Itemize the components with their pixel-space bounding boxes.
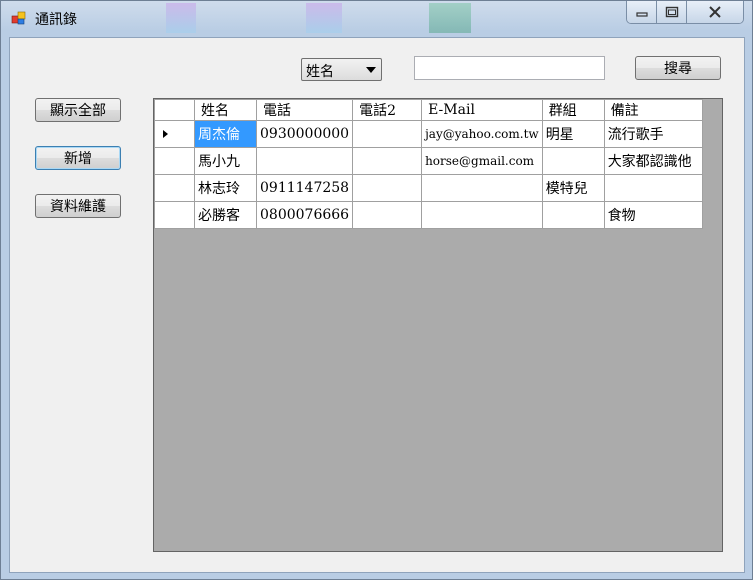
table-cell[interactable]: jay@yahoo.com.tw: [421, 120, 543, 148]
header-row: 姓名 電話 電話2 E-Mail 群組 備註: [154, 99, 703, 121]
table-cell[interactable]: [352, 174, 423, 202]
table-cell[interactable]: 馬小九: [194, 147, 257, 175]
maximize-icon: [665, 6, 678, 18]
maximize-button[interactable]: [657, 1, 687, 23]
show-all-label: 顯示全部: [50, 103, 106, 119]
maintain-button[interactable]: 資料維護: [35, 194, 121, 218]
show-all-button[interactable]: 顯示全部: [35, 98, 121, 122]
titlebar-decoration: [166, 3, 196, 33]
table-row[interactable]: 林志玲 0911147258 模特兒: [154, 174, 703, 202]
row-header[interactable]: [154, 120, 195, 148]
search-button[interactable]: 搜尋: [635, 56, 721, 80]
table-cell[interactable]: 0911147258: [255, 174, 354, 202]
column-header[interactable]: E-Mail: [421, 99, 543, 121]
current-row-icon: [163, 130, 168, 138]
titlebar-decoration: [429, 3, 471, 33]
table-cell[interactable]: [541, 147, 605, 175]
titlebar-decoration: [306, 3, 342, 33]
column-header[interactable]: 姓名: [194, 99, 257, 121]
table-row[interactable]: 必勝客 0800076666 食物: [154, 201, 703, 229]
title-bar[interactable]: 通訊錄: [1, 1, 752, 35]
search-button-label: 搜尋: [664, 61, 692, 77]
row-header[interactable]: [154, 174, 195, 202]
table-cell[interactable]: 0930000000: [255, 120, 354, 148]
row-header[interactable]: [154, 201, 195, 229]
search-input[interactable]: [414, 56, 605, 80]
app-window: 通訊錄 姓名 搜尋 顯示全部 新增 資料維護 姓名 電話 電話2 E-Mail …: [0, 0, 753, 580]
table-cell[interactable]: [421, 201, 543, 229]
table-cell[interactable]: [603, 174, 703, 202]
minimize-button[interactable]: [627, 1, 657, 23]
search-field-dropdown[interactable]: 姓名: [301, 58, 382, 81]
column-header[interactable]: 備註: [603, 99, 703, 121]
row-header[interactable]: [154, 147, 195, 175]
table-cell[interactable]: 必勝客: [194, 201, 257, 229]
minimize-icon: [635, 12, 648, 17]
table-cell[interactable]: [421, 174, 543, 202]
table-cell[interactable]: 模特兒: [541, 174, 605, 202]
table-cell[interactable]: 食物: [603, 201, 703, 229]
table-cell[interactable]: [255, 147, 354, 175]
window-title: 通訊錄: [35, 12, 77, 28]
table-row[interactable]: 馬小九 horse@gmail.com 大家都認識他: [154, 147, 703, 175]
search-field-selected: 姓名: [306, 64, 334, 80]
table-cell[interactable]: 大家都認識他: [603, 147, 703, 175]
contacts-grid[interactable]: 姓名 電話 電話2 E-Mail 群組 備註 周杰倫 0930000000 ja…: [153, 98, 723, 552]
table-cell[interactable]: horse@gmail.com: [421, 147, 543, 175]
table-cell[interactable]: 林志玲: [194, 174, 257, 202]
column-header[interactable]: 群組: [541, 99, 605, 121]
table-cell[interactable]: 0800076666: [255, 201, 354, 229]
chevron-down-icon: [366, 67, 376, 73]
table-cell[interactable]: 明星: [541, 120, 605, 148]
table-cell[interactable]: 流行歌手: [603, 120, 703, 148]
maintain-label: 資料維護: [50, 199, 106, 215]
form-client-area: 姓名 搜尋 顯示全部 新增 資料維護 姓名 電話 電話2 E-Mail 群組 備…: [9, 37, 745, 573]
add-button[interactable]: 新增: [35, 146, 121, 170]
table-cell[interactable]: [352, 147, 423, 175]
table-cell[interactable]: 周杰倫: [194, 120, 257, 148]
column-header[interactable]: 電話: [255, 99, 354, 121]
close-button[interactable]: [687, 1, 743, 23]
table-row[interactable]: 周杰倫 0930000000 jay@yahoo.com.tw 明星 流行歌手: [154, 120, 703, 148]
window-controls: [626, 1, 744, 24]
contacts-table: 姓名 電話 電話2 E-Mail 群組 備註 周杰倫 0930000000 ja…: [154, 99, 703, 229]
app-icon: [11, 11, 26, 25]
add-label: 新增: [64, 151, 92, 167]
table-cell[interactable]: [352, 201, 423, 229]
close-icon: [709, 6, 721, 18]
table-cell[interactable]: [352, 120, 423, 148]
corner-header[interactable]: [154, 99, 195, 121]
column-header[interactable]: 電話2: [352, 99, 423, 121]
table-cell[interactable]: [541, 201, 605, 229]
